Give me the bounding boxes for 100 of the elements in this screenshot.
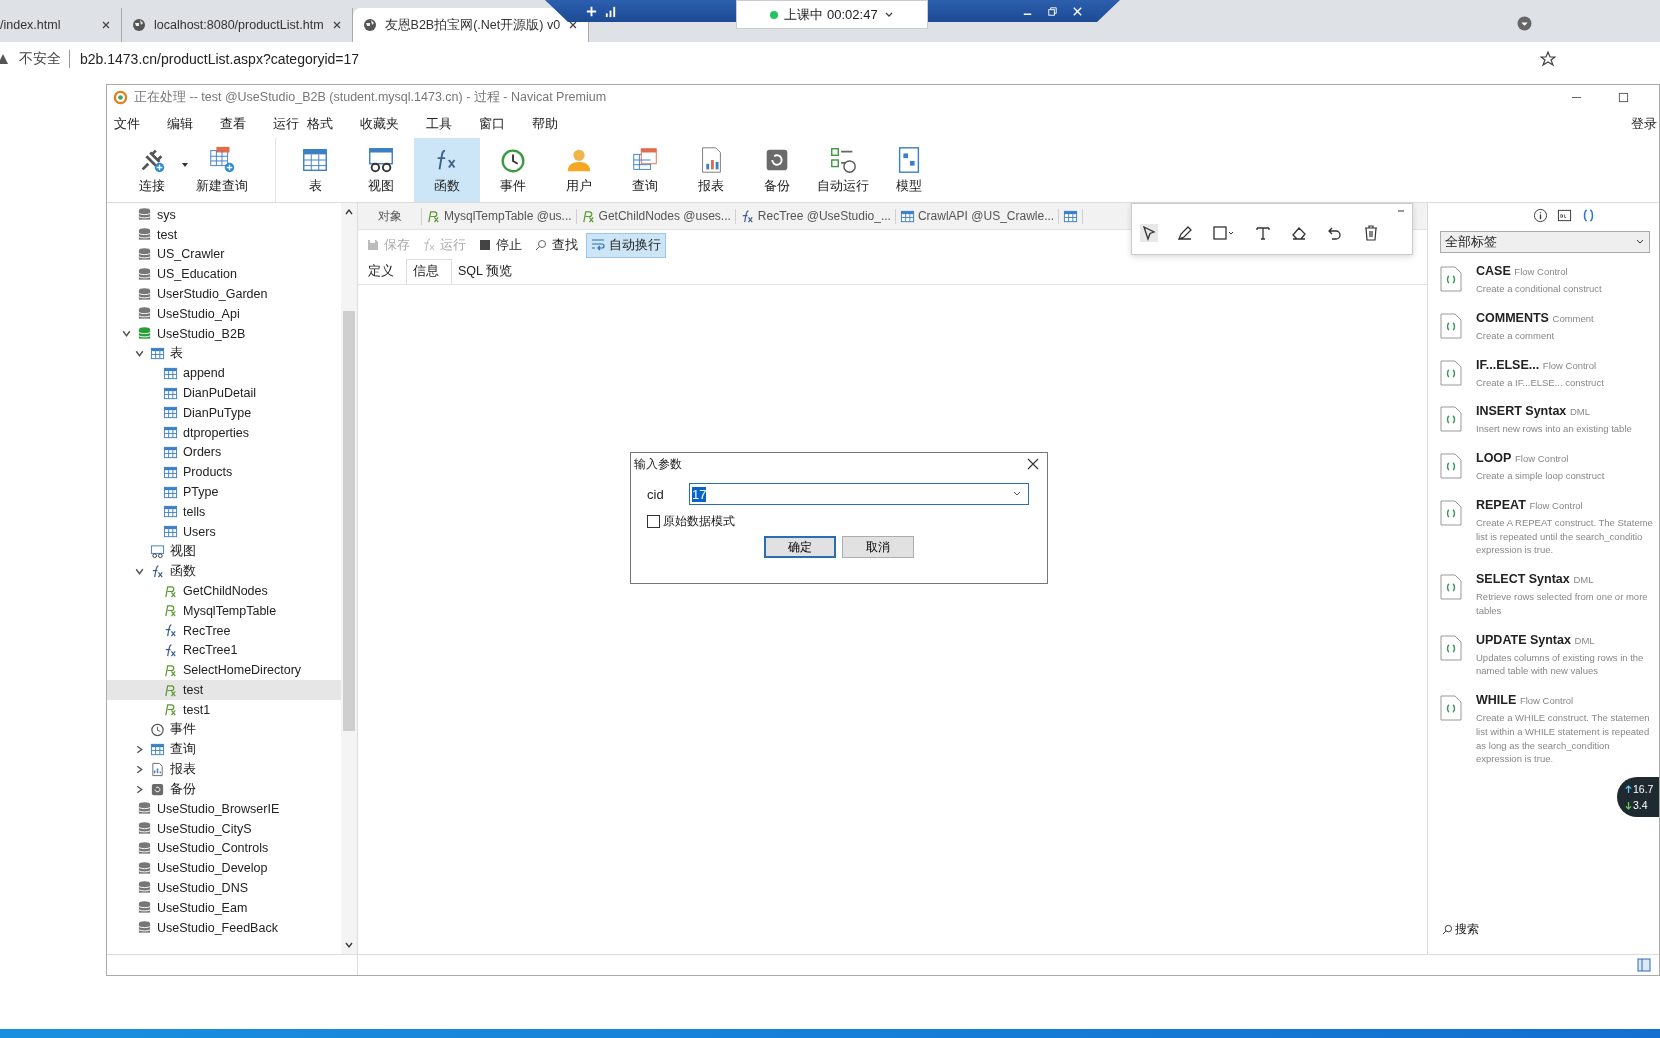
toolbar-button[interactable]: 报表 xyxy=(678,138,744,202)
maximize-icon[interactable] xyxy=(1618,92,1629,103)
tree-item[interactable]: test1 xyxy=(107,699,341,720)
close-icon[interactable] xyxy=(101,20,111,30)
tree-item[interactable]: 事件 xyxy=(107,719,341,740)
braces-icon[interactable] xyxy=(1581,208,1596,223)
close-icon[interactable] xyxy=(1027,458,1039,470)
tree-item[interactable]: test xyxy=(107,224,341,245)
login-link[interactable]: 登录 xyxy=(1631,115,1659,133)
info-icon[interactable] xyxy=(1533,208,1548,223)
toolbar-button[interactable]: 表 xyxy=(275,138,348,202)
scroll-up-icon[interactable] xyxy=(344,207,354,217)
restore-icon[interactable] xyxy=(1046,4,1059,18)
toolbar-button[interactable]: 用户 xyxy=(546,138,612,202)
toolbar-button[interactable]: 模型 xyxy=(876,138,942,202)
tree-item[interactable]: 表 xyxy=(107,343,341,364)
browser-tab[interactable]: /index.html xyxy=(0,8,122,42)
rectangle-icon[interactable] xyxy=(1212,224,1236,242)
delete-icon[interactable] xyxy=(1362,224,1380,242)
pen-icon[interactable] xyxy=(1176,224,1194,242)
chevron-down-icon[interactable] xyxy=(121,328,132,340)
snippet-item[interactable]: REPEAT Flow Control Create A REPEAT construct. The Stateme list is repeated until the search_conditio expression is true. xyxy=(1440,496,1659,558)
tree-item[interactable]: GetChildNodes xyxy=(107,581,341,601)
snippet-item[interactable]: INSERT Syntax DML Insert new rows into an existing table xyxy=(1440,403,1659,437)
tree-item[interactable]: test xyxy=(107,680,341,700)
toolbar-button[interactable]: 自动运行 xyxy=(810,138,876,202)
editor-action-button[interactable]: 自动换行 xyxy=(586,232,666,258)
tree-item[interactable]: UserStudio_Garden xyxy=(107,284,341,304)
toolbar-button[interactable]: 新建查询 xyxy=(189,138,255,202)
tree-item[interactable]: 查询 xyxy=(107,739,341,760)
menu-item[interactable]: 帮助 xyxy=(532,115,558,133)
objects-tab[interactable]: 对象 xyxy=(358,207,422,225)
tree-item[interactable]: RecTree1 xyxy=(107,640,341,661)
caret-icon[interactable] xyxy=(181,161,189,169)
tree-item[interactable]: UseStudio_Api xyxy=(107,304,341,324)
toolbar-button[interactable]: 查询 xyxy=(612,138,678,202)
tree-item[interactable]: UseStudio_Eam xyxy=(107,897,341,918)
toolbar-button[interactable]: 事件 xyxy=(480,138,546,202)
tree-item[interactable]: MysqlTempTable xyxy=(107,600,341,621)
browser-tab[interactable]: 友恩B2B拍宝网(.Net开源版) v0 xyxy=(352,8,590,42)
snippet-item[interactable]: LOOP Flow Control Create a simple loop construct xyxy=(1440,450,1659,483)
session-status[interactable]: 上课中 00:02:47 xyxy=(736,0,928,29)
tree-item[interactable]: UseStudio_DNS xyxy=(107,878,341,898)
pointer-icon[interactable] xyxy=(1140,224,1158,242)
panel-toggle-icon[interactable] xyxy=(1637,958,1651,972)
text-tool-icon[interactable] xyxy=(1254,224,1272,242)
chevron-right-icon[interactable] xyxy=(134,763,145,775)
scroll-down-icon[interactable] xyxy=(344,940,354,950)
tree-item[interactable]: UseStudio_BrowserIE xyxy=(107,798,341,819)
chevron-right-icon[interactable] xyxy=(134,743,145,755)
star-icon[interactable] xyxy=(1540,51,1556,67)
toolbar-button[interactable]: 备份 xyxy=(744,138,810,202)
editor-action-button[interactable]: 查找 xyxy=(530,233,582,257)
tree-item[interactable]: SelectHomeDirectory xyxy=(107,660,341,681)
tree-item[interactable]: 报表 xyxy=(107,759,341,780)
editor-tab[interactable]: MysqlTempTable @us... xyxy=(422,208,577,224)
tree-item[interactable]: 函数 xyxy=(107,561,341,582)
sub-tab[interactable]: SQL 预览 xyxy=(452,260,525,284)
tree-item[interactable]: Users xyxy=(107,521,341,542)
snippet-item[interactable]: WHILE Flow Control Create a WHILE construct. The statemen list within a WHILE statement is repeated as long as the search_condition expression is true. xyxy=(1440,692,1659,767)
close-icon[interactable] xyxy=(331,20,342,30)
editor-action-button[interactable]: 停止 xyxy=(474,233,526,257)
tree-item[interactable]: Products xyxy=(107,462,341,483)
editor-tab[interactable]: RecTree @UseStudio_... xyxy=(735,208,896,224)
tree-item[interactable]: dtproperties xyxy=(107,422,341,443)
snippet-item[interactable]: SELECT Syntax DML Retrieve rows selected from one or more tables xyxy=(1440,571,1659,618)
dialog-button[interactable]: 取消 xyxy=(842,536,914,558)
menu-item[interactable]: 运行 xyxy=(273,115,299,133)
dialog-button[interactable]: 确定 xyxy=(764,536,836,558)
chevron-right-icon[interactable] xyxy=(134,783,145,795)
menu-item[interactable]: 工具 xyxy=(426,115,452,133)
toolbar-button[interactable]: 连接 xyxy=(119,138,185,202)
tree-item[interactable]: tells xyxy=(107,501,341,522)
security-label[interactable]: 不安全 xyxy=(19,50,70,68)
menu-item[interactable]: 格式 xyxy=(307,115,333,133)
sub-tab[interactable]: 信息 xyxy=(406,259,452,284)
menu-item[interactable]: 窗口 xyxy=(479,115,505,133)
url-field[interactable]: b2b.1473.cn/productList.aspx?categoryid=17 xyxy=(80,51,360,67)
tree-item[interactable]: UseStudio_CityS xyxy=(107,818,341,839)
tree-item[interactable]: DianPuDetail xyxy=(107,383,341,403)
snippet-item[interactable]: COMMENTS Comment Create a comment xyxy=(1440,309,1659,343)
scrollbar[interactable] xyxy=(341,203,357,954)
snippet-item[interactable]: CASE Flow Control Create a conditional construct xyxy=(1440,263,1659,296)
tree-item[interactable]: PType xyxy=(107,482,341,502)
browser-tab[interactable]: localhost:8080/productList.htm xyxy=(122,8,353,42)
tree-item[interactable]: append xyxy=(107,363,341,384)
tree-item[interactable]: 备份 xyxy=(107,779,341,799)
menu-item[interactable]: 文件 xyxy=(114,115,140,133)
tree-item[interactable]: UseStudio_B2B xyxy=(107,323,341,344)
sub-tab[interactable]: 定义 xyxy=(362,260,406,284)
tag-filter-dropdown[interactable]: 全部标签 xyxy=(1440,231,1650,253)
tree-item[interactable]: DianPuType xyxy=(107,402,341,423)
menu-item[interactable]: 编辑 xyxy=(167,115,193,133)
toolbar-button[interactable]: 视图 xyxy=(348,138,414,202)
editor-tab[interactable]: GetChildNodes @uses... xyxy=(576,208,736,224)
snippet-search-field[interactable]: 搜索 xyxy=(1442,921,1479,938)
toolbar-button[interactable]: 函数 xyxy=(414,138,480,202)
menu-item[interactable]: 收藏夹 xyxy=(360,115,399,133)
tree-item[interactable]: UseStudio_Controls xyxy=(107,838,341,859)
tree-item[interactable]: RecTree xyxy=(107,620,341,641)
